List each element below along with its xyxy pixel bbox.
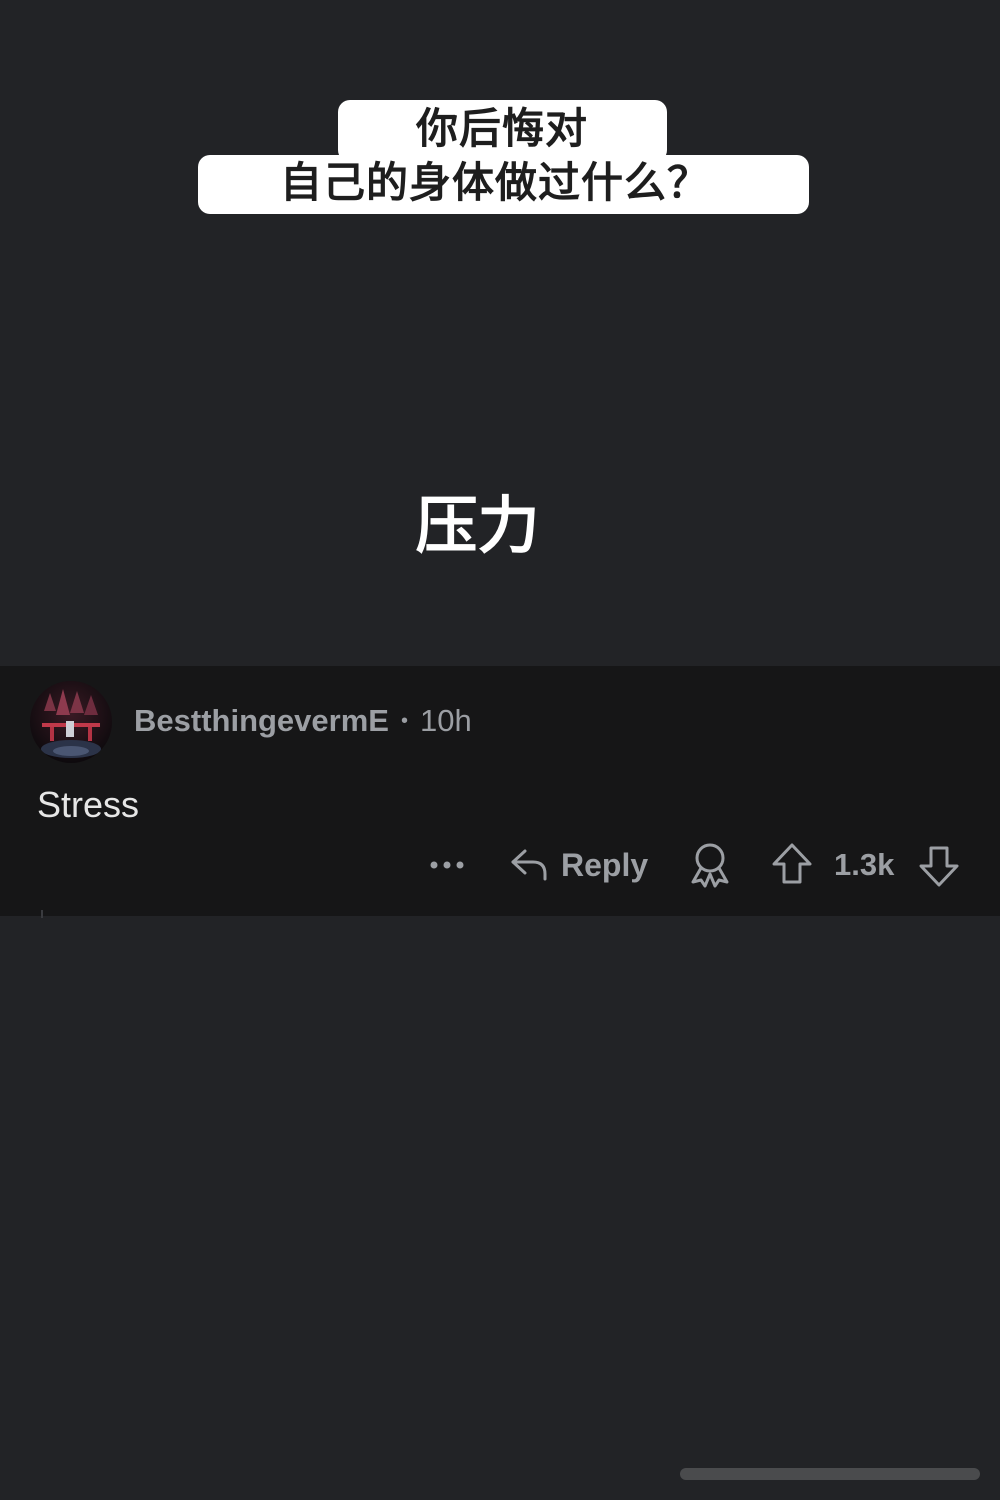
watermark bbox=[680, 1460, 990, 1488]
reply-arrow-icon bbox=[509, 843, 549, 887]
comment-body: Stress bbox=[37, 784, 140, 825]
reply-label: Reply bbox=[561, 846, 649, 883]
upvote-arrow-icon[interactable] bbox=[771, 842, 813, 886]
thread-line bbox=[41, 910, 43, 918]
screen: 你后悔对 自己的身体做过什么？ 压力 BestthingevermE • 10h… bbox=[0, 0, 1000, 1500]
comment-actions: Reply 1.3k bbox=[0, 840, 1000, 890]
downvote-arrow-icon[interactable] bbox=[918, 844, 960, 888]
timestamp: 10h bbox=[419, 703, 472, 738]
translation-text: 压力 bbox=[415, 489, 540, 562]
more-horizontal-icon[interactable] bbox=[428, 850, 468, 880]
caption-line2: 自己的身体做过什么？ bbox=[279, 158, 710, 207]
vote-count: 1.3k bbox=[834, 847, 895, 882]
avatar[interactable] bbox=[30, 681, 112, 763]
meta-separator: • bbox=[400, 709, 408, 732]
avatar-image bbox=[30, 681, 112, 763]
username[interactable]: BestthingevermE bbox=[134, 703, 389, 739]
reply-button[interactable]: Reply bbox=[509, 840, 648, 890]
award-icon[interactable] bbox=[688, 842, 732, 888]
caption-line1: 你后悔对 bbox=[415, 104, 588, 153]
comment-meta: BestthingevermE • 10h bbox=[134, 700, 472, 742]
